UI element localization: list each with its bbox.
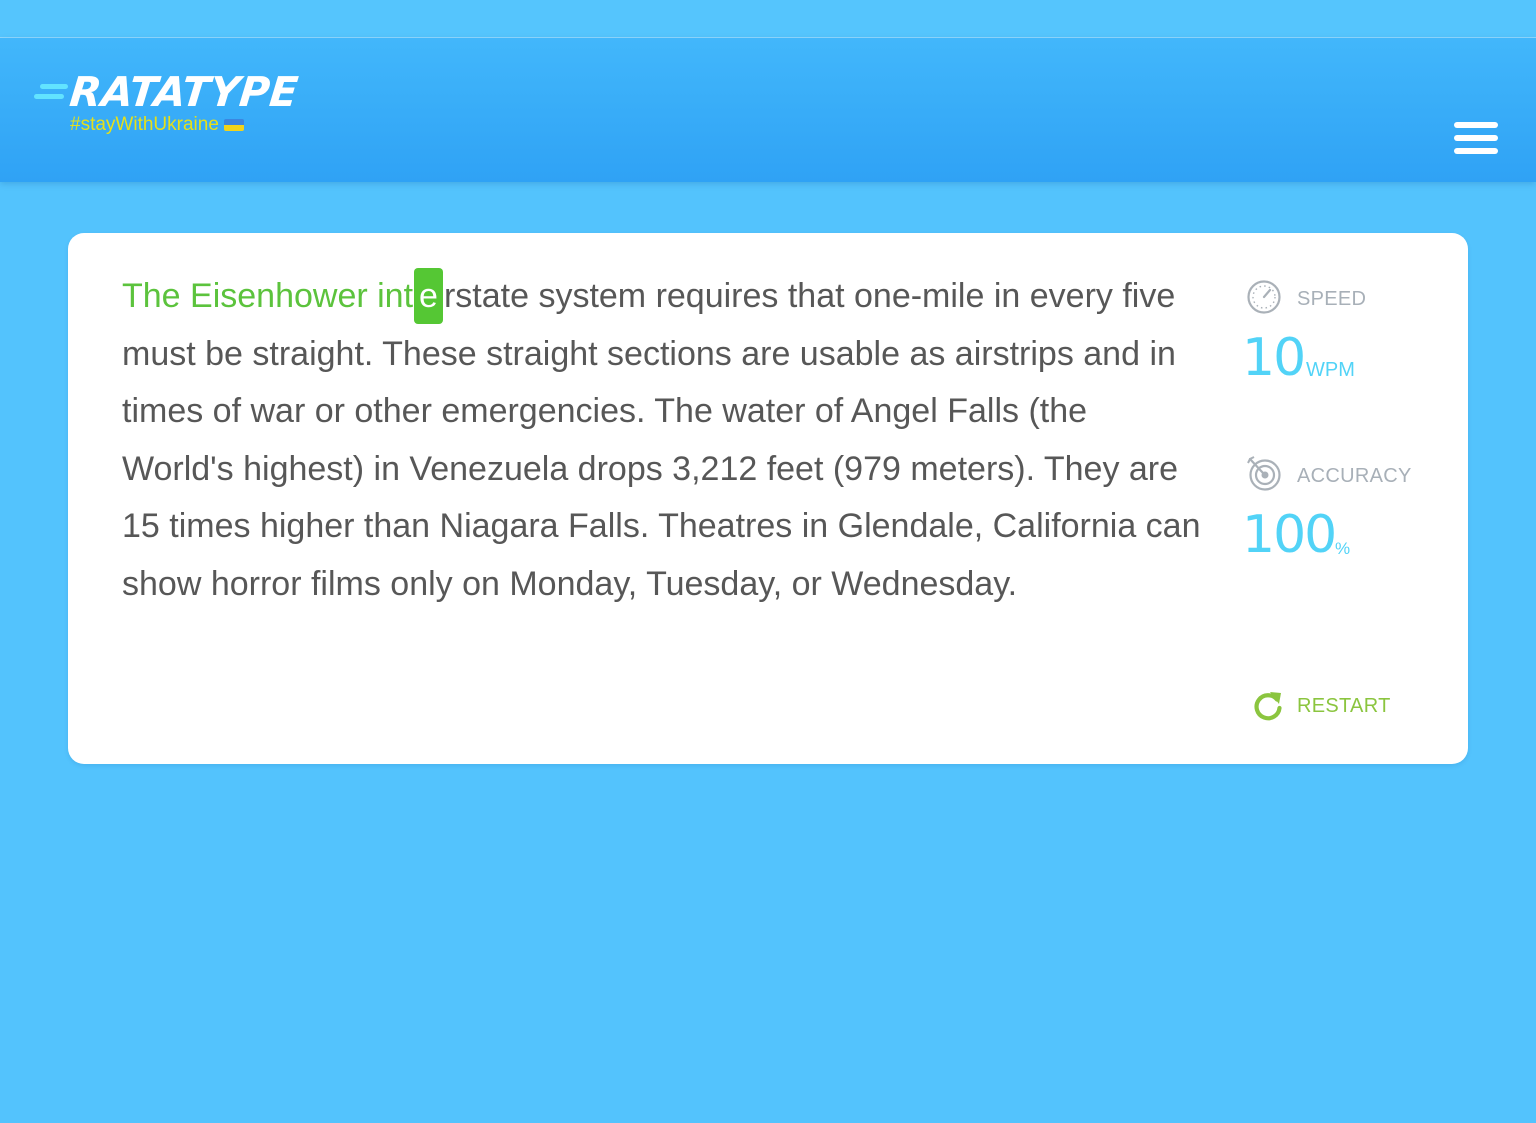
current-character: e bbox=[414, 268, 443, 324]
ratatype-logo[interactable]: RATATYPE #stayWithUkraine bbox=[34, 68, 334, 144]
typed-text: The Eisenhower int bbox=[122, 277, 414, 315]
site-header: RATATYPE #stayWithUkraine bbox=[0, 38, 1536, 182]
logo-tagline: #stayWithUkraine bbox=[70, 114, 244, 136]
hamburger-menu-icon[interactable] bbox=[1452, 118, 1500, 158]
accuracy-unit: % bbox=[1335, 539, 1351, 558]
logo-lines-icon bbox=[34, 78, 68, 102]
speedometer-icon bbox=[1247, 280, 1281, 314]
remaining-text: rstate system requires that one-mile in … bbox=[122, 277, 1201, 603]
speed-unit: WPM bbox=[1306, 359, 1355, 381]
target-icon bbox=[1247, 456, 1281, 491]
logo-wordmark: RATATYPE bbox=[67, 68, 301, 116]
tagline-text: #stayWithUkraine bbox=[70, 114, 219, 135]
typing-text[interactable]: The Eisenhower int e rstate system require… bbox=[122, 268, 1207, 613]
ukraine-flag-icon bbox=[223, 119, 244, 131]
speed-value: 10 bbox=[1242, 328, 1306, 388]
speed-label: SPEED bbox=[1297, 288, 1367, 310]
restart-button[interactable]: RESTART bbox=[1246, 687, 1426, 727]
accuracy-value: 100 bbox=[1242, 505, 1337, 565]
top-strip bbox=[0, 0, 1536, 38]
restart-icon bbox=[1254, 692, 1282, 721]
stats-panel: SPEED 10 WPM ACCURACY 100 % RESTART bbox=[1242, 277, 1442, 737]
restart-label: RESTART bbox=[1297, 695, 1391, 717]
typing-card: The Eisenhower int e rstate system require… bbox=[68, 233, 1468, 764]
accuracy-label: ACCURACY bbox=[1297, 465, 1412, 487]
